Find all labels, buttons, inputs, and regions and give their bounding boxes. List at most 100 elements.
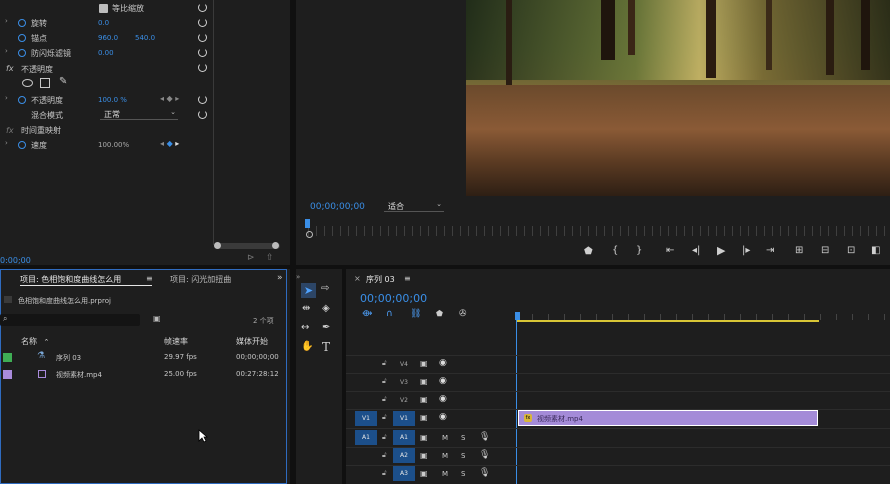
expand-chevron-icon[interactable]: › [5,94,8,102]
mark-in-icon[interactable]: { [612,245,618,256]
toggle-sync-icon[interactable]: ▣ [420,469,428,478]
solo-button[interactable]: S [461,470,465,478]
mute-button[interactable]: M [442,434,448,442]
reset-icon[interactable] [198,3,207,12]
rotation-value[interactable]: 0.0 [98,19,109,27]
timeline-timecode[interactable]: 00;00;00;00 [360,292,427,305]
track-label[interactable]: V4 [396,361,412,368]
ellipse-mask-icon[interactable] [22,79,33,87]
timeline-playhead-marker[interactable] [515,312,520,320]
add-marker-icon[interactable]: ⬟ [436,309,443,318]
zoom-scrollbar[interactable] [214,243,280,249]
go-to-out-icon[interactable]: ⇥ [766,245,774,256]
video-clip[interactable]: fx 视频素材.mp4 [518,410,818,426]
slip-tool-icon[interactable]: ↔ [301,322,309,333]
stopwatch-icon[interactable] [18,96,26,104]
track-target-a1[interactable]: A1 [393,430,415,445]
track-label[interactable]: V3 [396,379,412,386]
lock-icon[interactable]: 🔓︎ [382,413,387,422]
microphone-icon[interactable]: 🎙︎ [479,432,490,442]
microphone-icon[interactable]: 🎙︎ [479,450,490,460]
reset-icon[interactable] [198,33,207,42]
program-timecode[interactable]: 00;00;00;00 [310,202,365,212]
toggle-sync-icon[interactable]: ▣ [420,395,428,404]
go-to-in-icon[interactable]: ⇤ [666,245,674,256]
lock-icon[interactable]: 🔓︎ [382,359,387,368]
expand-chevron-icon[interactable]: › [5,139,8,147]
speed-value[interactable]: 100.00% [98,141,129,149]
razor-tool-icon[interactable]: ◈ [322,303,330,314]
toggle-sync-icon[interactable]: ▣ [420,451,428,460]
export-frame-icon[interactable]: ⊡ [847,245,855,256]
selection-tool-icon[interactable]: ➤ [301,283,316,298]
playhead-marker[interactable] [305,219,310,228]
step-forward-icon[interactable]: |▸ [742,245,750,256]
column-header-framerate[interactable]: 帧速率 [164,336,188,347]
mark-out-icon[interactable]: } [636,245,642,256]
track-target-a2[interactable]: A2 [393,448,415,463]
type-tool-icon[interactable]: T [322,340,330,354]
anchor-y-value[interactable]: 540.0 [135,34,155,42]
track-target-a3[interactable]: A3 [393,466,415,481]
list-item[interactable]: 视频素材.mp4 25.00 fps 00:27:28:12 [0,367,287,382]
playhead-ruler[interactable] [308,226,888,236]
effect-controls-timecode[interactable]: 0:00;00 [0,256,31,265]
stopwatch-icon[interactable] [18,49,26,57]
lock-icon[interactable]: 🔓︎ [382,377,387,386]
linked-selection-icon[interactable]: ⛓ [410,309,421,319]
close-icon[interactable]: × [354,274,361,283]
blend-mode-select[interactable]: 正常 ⌄ [100,108,178,120]
stopwatch-icon[interactable] [18,19,26,27]
snap-magnet-icon[interactable]: ∩ [386,309,393,319]
mute-button[interactable]: M [442,470,448,478]
eye-icon[interactable]: ◉ [439,412,447,422]
new-bin-icon[interactable]: ▣ [153,314,161,323]
lock-icon[interactable]: 🔓︎ [382,469,387,478]
filter-icon[interactable]: ⊳ [247,253,255,263]
tab-sequence[interactable]: 序列 03 [366,274,395,285]
expand-chevron-icon[interactable]: › [5,47,8,55]
panel-menu-icon[interactable]: ≡ [146,274,153,283]
eye-icon[interactable]: ◉ [439,394,447,404]
rectangle-mask-icon[interactable] [40,78,50,88]
add-marker-icon[interactable]: ⬟ [584,246,593,257]
reset-icon[interactable] [198,63,207,72]
microphone-icon[interactable]: 🎙︎ [479,468,490,478]
keyframe-nav-icon[interactable]: ◂ ◆ ▸ [160,139,179,148]
ripple-edit-tool-icon[interactable]: ⇹ [302,303,310,314]
source-patch-a1[interactable]: A1 [355,430,377,445]
toggle-sync-icon[interactable]: ▣ [420,413,428,422]
list-item[interactable]: ⚗ 序列 03 29.97 fps 00;00;00;00 [0,350,287,365]
eye-icon[interactable]: ◉ [439,376,447,386]
uniform-scale-checkbox[interactable] [99,4,108,13]
hand-tool-icon[interactable]: ✋ [301,341,313,352]
panel-menu-icon[interactable]: ≡ [404,274,411,283]
toggle-sync-icon[interactable]: ▣ [420,359,428,368]
wrench-icon[interactable]: ✇ [459,309,467,319]
pen-tool-icon[interactable]: ✒ [322,322,330,333]
anchor-x-value[interactable]: 960.0 [98,34,118,42]
search-input[interactable]: ⌕ [0,314,140,326]
tab-project-active[interactable]: 项目: 色相饱和度曲线怎么用 [20,274,121,285]
work-area-bar[interactable] [516,320,819,322]
reset-icon[interactable] [198,110,207,119]
scroll-handle[interactable] [272,242,279,249]
source-patch-v1[interactable]: V1 [355,411,377,426]
lock-icon[interactable]: 🔓︎ [382,433,387,442]
extract-icon[interactable]: ⊟ [821,245,829,256]
step-back-icon[interactable]: ◂| [692,245,700,256]
play-icon[interactable]: ▶ [717,244,725,257]
lift-icon[interactable]: ⊞ [795,245,803,256]
reset-icon[interactable] [198,48,207,57]
tab-project-other[interactable]: 项目: 闪光加扭曲 [170,274,231,285]
flicker-filter-value[interactable]: 0.00 [98,49,114,57]
playhead-dot[interactable] [306,231,313,238]
expand-chevron-icon[interactable]: › [5,17,8,25]
reset-icon[interactable] [198,95,207,104]
solo-button[interactable]: S [461,452,465,460]
comparison-view-icon[interactable]: ◧ [871,245,880,256]
tools-overflow-icon[interactable]: » [296,273,300,281]
toggle-sync-icon[interactable]: ▣ [420,377,428,386]
column-header-media-start[interactable]: 媒体开始 [236,336,268,347]
panel-overflow-icon[interactable]: » [277,273,283,283]
